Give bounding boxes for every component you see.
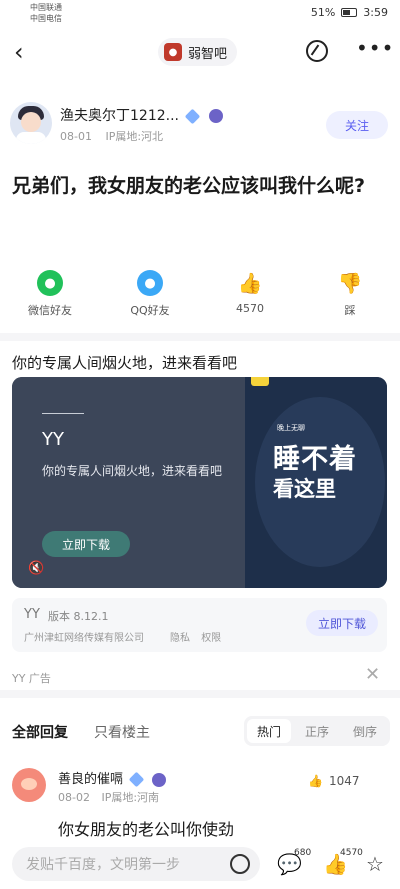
share-row: ● 微信好友 ● QQ好友 👍 4570 👎 踩 <box>0 270 400 320</box>
post-ip: IP属地:河北 <box>105 130 164 143</box>
tab-all-replies[interactable]: 全部回复 <box>12 722 68 742</box>
ad-permission-link[interactable]: 权限 <box>201 633 221 644</box>
reply-tabs: 全部回复 只看楼主 热门 正序 倒序 <box>0 716 400 746</box>
thumbs-up-icon: 👍 <box>237 271 263 295</box>
status-bar: 中国联通 中国电信 51% 3:59 <box>0 0 400 28</box>
dislike-button[interactable]: 👎 踩 <box>315 270 385 318</box>
forum-name: 弱智吧 <box>188 46 228 62</box>
ad-image-small-text: 晚上无聊 <box>277 424 305 432</box>
sort-asc[interactable]: 正序 <box>295 719 339 743</box>
like-button[interactable]: 👍 4570 <box>215 270 285 315</box>
commenter-name[interactable]: 善良的催嗝 <box>58 768 167 788</box>
ad-links: 隐私 权限 <box>170 629 229 644</box>
commenter-name-text: 善良的催嗝 <box>58 772 124 787</box>
ad-divider-line <box>42 413 84 414</box>
ad-left-panel: YY 你的专属人间烟火地，进来看看吧 立即下载 🔇 <box>12 377 245 588</box>
battery-percent: 51% <box>310 6 336 19</box>
share-wechat[interactable]: ● 微信好友 <box>15 270 85 318</box>
ad-info-panel: YY 版本 8.12.1 广州津虹网络传媒有限公司 隐私 权限 立即下载 <box>12 598 387 652</box>
back-icon[interactable]: ‹ <box>14 38 24 66</box>
comment-meta: 08-02 IP属地:河南 <box>58 789 167 805</box>
author-avatar[interactable] <box>10 102 52 144</box>
navbar: ‹ ● 弱智吧 ••• <box>0 32 400 72</box>
ad-version: 版本 8.12.1 <box>48 610 109 623</box>
wechat-icon: ● <box>37 270 63 296</box>
carrier-1: 中国联通 <box>30 3 62 12</box>
ad-privacy-link[interactable]: 隐私 <box>170 633 190 644</box>
post-title: 兄弟们，我女朋友的老公应该叫我什么呢? <box>12 175 366 197</box>
comment-text: 你女朋友的老公叫你使劲 <box>58 820 235 839</box>
comment-ip: IP属地:河南 <box>101 791 160 804</box>
comment-like-count: 1047 <box>328 774 360 788</box>
reply-input[interactable]: 发贴千百度，文明第一步 <box>12 847 260 881</box>
mute-icon[interactable]: 🔇 <box>28 561 44 576</box>
bottom-bar: 发贴千百度，文明第一步 💬 680 👍 4570 ☆ <box>0 842 400 889</box>
qq-icon: ● <box>137 270 163 296</box>
dislike-label: 踩 <box>344 304 356 317</box>
share-qq-label: QQ好友 <box>130 304 170 317</box>
ad-headline[interactable]: 你的专属人间烟火地，进来看看吧 <box>12 352 237 373</box>
level-badge-icon <box>208 109 223 123</box>
ad-label: YY 广告 <box>12 672 51 685</box>
comment-date: 08-02 <box>58 791 90 804</box>
diamond-badge-icon <box>128 771 145 788</box>
comment-like-button[interactable]: 👍 1047 <box>308 774 360 788</box>
ad-info-brand: YY <box>24 607 40 622</box>
share-qq[interactable]: ● QQ好友 <box>115 270 185 318</box>
edit-icon[interactable] <box>306 40 328 62</box>
author-name-text: 渔夫奥尔丁1212... <box>60 108 179 124</box>
ad-info-download-button[interactable]: 立即下载 <box>306 610 378 636</box>
sort-hot[interactable]: 热门 <box>247 719 291 743</box>
tab-op-only[interactable]: 只看楼主 <box>94 722 150 742</box>
follow-button[interactable]: 关注 <box>326 111 388 139</box>
bottom-like-count: 4570 <box>340 848 363 858</box>
carrier-2: 中国电信 <box>30 14 62 23</box>
section-divider <box>0 333 400 341</box>
ad-download-button[interactable]: 立即下载 <box>42 531 130 557</box>
comment-count: 680 <box>294 848 312 858</box>
carrier-info: 中国联通 中国电信 <box>30 2 62 24</box>
status-right: 51% 3:59 <box>311 6 388 19</box>
battery-icon <box>341 8 358 17</box>
diamond-badge-icon <box>185 108 201 124</box>
thumbs-down-icon: 👎 <box>337 271 363 295</box>
emoji-icon[interactable] <box>230 854 250 874</box>
ad-description: 你的专属人间烟火地，进来看看吧 <box>42 464 223 478</box>
share-wechat-label: 微信好友 <box>28 304 72 317</box>
ad-card[interactable]: YY 你的专属人间烟火地，进来看看吧 立即下载 🔇 晚上无聊 睡不着 看这里 <box>12 377 387 588</box>
sort-toggle: 热门 正序 倒序 <box>244 716 390 746</box>
author-meta: 08-01 IP属地:河北 <box>60 128 173 144</box>
ad-company: 广州津虹网络传媒有限公司 <box>24 633 144 644</box>
like-count: 4570 <box>236 302 264 315</box>
ad-image-headline: 睡不着 <box>273 444 357 475</box>
ad-brand: YY <box>42 429 64 450</box>
close-icon[interactable]: ✕ <box>365 664 380 685</box>
forum-avatar-icon: ● <box>164 43 182 61</box>
thumbs-up-icon: 👍 <box>308 774 323 788</box>
clock: 3:59 <box>363 6 388 19</box>
star-icon[interactable]: ☆ <box>366 852 384 876</box>
author-name[interactable]: 渔夫奥尔丁1212... <box>60 105 223 125</box>
sort-desc[interactable]: 倒序 <box>343 719 387 743</box>
section-divider-2 <box>0 690 400 698</box>
ad-tag <box>251 377 269 386</box>
more-icon[interactable]: ••• <box>356 36 394 60</box>
comment-item: 善良的催嗝 08-02 IP属地:河南 👍 1047 你女朋友的老公叫你使劲 <box>0 764 400 844</box>
ad-image: 晚上无聊 睡不着 看这里 <box>245 377 387 588</box>
level-badge-icon <box>152 772 167 787</box>
reply-placeholder: 发贴千百度，文明第一步 <box>26 857 180 873</box>
ad-image-subheadline: 看这里 <box>273 477 336 501</box>
commenter-avatar[interactable] <box>12 768 46 802</box>
author-row: 渔夫奥尔丁1212... 08-01 IP属地:河北 关注 <box>10 102 390 152</box>
forum-chip[interactable]: ● 弱智吧 <box>158 38 238 66</box>
post-date: 08-01 <box>60 130 92 143</box>
